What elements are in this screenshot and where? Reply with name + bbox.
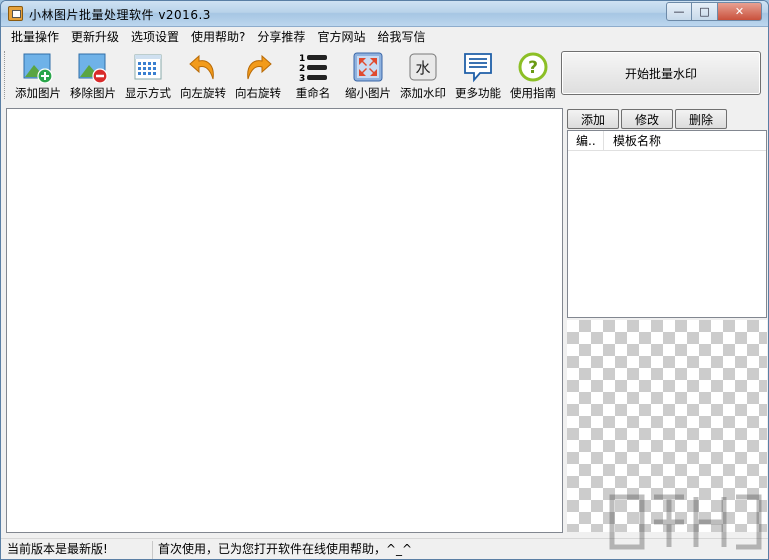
template-delete-button[interactable]: 删除 <box>675 109 727 129</box>
template-add-button[interactable]: 添加 <box>567 109 619 129</box>
menu-bar: 批量操作 更新升级 选项设置 使用帮助? 分享推荐 官方网站 给我写信 <box>1 27 768 47</box>
template-list[interactable]: 编.. 模板名称 <box>567 130 767 318</box>
template-edit-button[interactable]: 修改 <box>621 109 673 129</box>
shrink-image-button[interactable]: 缩小图片 <box>340 49 396 103</box>
more-features-button[interactable]: 更多功能 <box>450 49 506 103</box>
menu-website[interactable]: 官方网站 <box>311 27 371 47</box>
view-mode-icon <box>134 54 162 80</box>
help-guide-icon: ? <box>518 52 548 82</box>
svg-text:3: 3 <box>299 74 305 83</box>
remove-image-icon <box>78 53 108 83</box>
rename-list-icon: 1 2 3 <box>299 54 327 83</box>
menu-contact[interactable]: 给我写信 <box>371 27 431 47</box>
rotate-right-icon <box>247 54 272 80</box>
add-watermark-button[interactable]: 水 添加水印 <box>395 49 451 103</box>
image-list-panel[interactable] <box>6 108 563 533</box>
svg-text:水: 水 <box>415 59 430 77</box>
rotate-left-button[interactable]: 向左旋转 <box>175 49 231 103</box>
menu-help[interactable]: 使用帮助? <box>185 27 251 47</box>
svg-text:2: 2 <box>299 64 305 74</box>
add-image-icon <box>23 53 53 83</box>
help-guide-button[interactable]: ? 使用指南 <box>505 49 561 103</box>
corner-watermark-icon <box>609 494 762 550</box>
add-image-button[interactable]: 添加图片 <box>10 49 66 103</box>
shrink-image-icon <box>353 52 383 82</box>
more-features-icon <box>464 53 492 83</box>
menu-share[interactable]: 分享推荐 <box>251 27 311 47</box>
rename-button[interactable]: 1 2 3 重命名 <box>285 49 341 103</box>
rotate-left-icon <box>189 54 214 80</box>
window-title: 小林图片批量处理软件 v2016.3 <box>29 8 211 22</box>
window-controls: — □ ✕ <box>666 2 762 21</box>
minimize-button[interactable]: — <box>666 2 692 21</box>
maximize-button[interactable]: □ <box>692 2 718 21</box>
remove-image-button[interactable]: 移除图片 <box>65 49 121 103</box>
menu-options[interactable]: 选项设置 <box>125 27 185 47</box>
start-batch-watermark-button[interactable]: 开始批量水印 <box>561 51 761 95</box>
svg-text:1: 1 <box>299 54 305 64</box>
menu-batch-ops[interactable]: 批量操作 <box>5 27 65 47</box>
column-header-number[interactable]: 编.. <box>568 131 604 151</box>
app-logo-icon <box>8 6 23 21</box>
help-guide-label: 使用指南 <box>510 86 556 100</box>
status-version: 当前版本是最新版! <box>3 541 153 559</box>
toolbar: 添加图片 移除图片 显示方式 向左旋转 向右旋转 1 2 3 重命名 缩小图片 … <box>1 47 561 103</box>
svg-text:?: ? <box>528 58 538 78</box>
close-button[interactable]: ✕ <box>718 2 762 21</box>
view-mode-button[interactable]: 显示方式 <box>120 49 176 103</box>
app-window: 小林图片批量处理软件 v2016.3 — □ ✕ 批量操作 更新升级 选项设置 … <box>0 0 769 560</box>
status-message: 首次使用，已为您打开软件在线使用帮助，^_^ <box>158 542 413 556</box>
column-header-template-name[interactable]: 模板名称 <box>605 131 765 151</box>
template-list-header: 编.. 模板名称 <box>568 131 766 151</box>
rotate-right-button[interactable]: 向右旋转 <box>230 49 286 103</box>
menu-update[interactable]: 更新升级 <box>65 27 125 47</box>
watermark-icon: 水 <box>409 53 437 81</box>
title-bar[interactable]: 小林图片批量处理软件 v2016.3 — □ ✕ <box>1 1 768 27</box>
